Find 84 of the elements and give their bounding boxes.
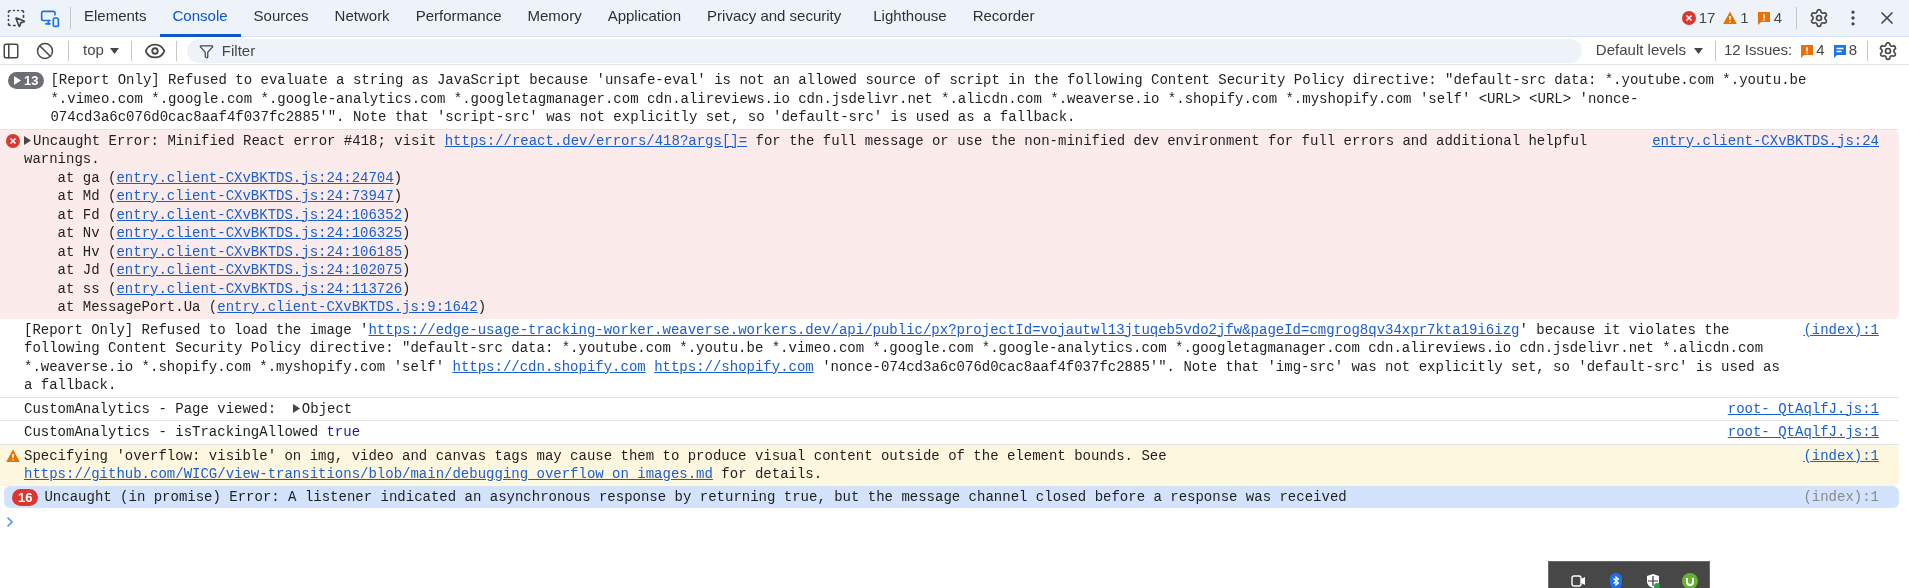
message-text: [Report Only] Refused to evaluate a string as JavaScript because 'unsafe-eval' is not an allowed source of script in the following Content Security Policy directive: "default-src data: *.youtube.com *.youtu.be *.vimeo.com *.google.com *.google-analytics.com *.googletagmanager.com cdn.alireviews.io cdn.jsdelivr.net *.alicdn.com *.weaverse.io *.shopify.com *.myshopify.com 'self' <URL> <URL> 'nonce-074cd3a6c076d0cac8aaf4f037fc2885'". Note that 'script-src' was not explicitly set, so 'default-src' is used as a fallback. [50,71,1808,127]
panel-tab[interactable]: Privacy and security [694,0,855,37]
panel-tab[interactable]: Performance [402,0,515,37]
issue-counter[interactable]: 8 [1832,39,1857,62]
panel-tab[interactable]: Console [159,0,241,37]
stack-frame: at ss (entry.client-CXvBKTDS.js:24:113726) [24,279,1635,298]
shield-icon[interactable] [1645,573,1661,588]
url-link[interactable]: https://edge-usage-tracking-worker.weaverse.workers.dev/api/public/px?projectId=vojautwl13jtuqeb5vdo2jfw&pageId=cmgrog8qv34xpr7kta19i6izg [368,321,1520,338]
console-message[interactable]: CustomAnalytics - Page viewed: Object root-_QtAqlfJ.js:1 [0,397,1899,421]
issue-counter[interactable]: 4 [1800,39,1825,62]
message-counter[interactable]: 1 [1723,6,1749,30]
source-link[interactable]: entry.client-CXvBKTDS.js:9:1642 [217,299,478,315]
source-link[interactable]: entry.client-CXvBKTDS.js:24:106352 [116,206,403,223]
issue-icon [1800,43,1815,58]
source-link[interactable]: root-_QtAqlfJ.js:1 [1727,399,1879,418]
stack-frame: at Hv (entry.client-CXvBKTDS.js:24:106185) [24,242,1635,261]
panel-tab[interactable]: Application [594,0,695,37]
panel-tab[interactable]: Network [321,0,403,37]
url-link[interactable]: https://react.dev/errors/418?args[]= [444,132,748,149]
stack-frame: at Fd (entry.client-CXvBKTDS.js:24:106352) [24,205,1635,224]
caret-icon [1693,47,1703,54]
stack-frame: at ga (entry.client-CXvBKTDS.js:24:24704) [24,168,1635,187]
message-text: Specifying 'overflow: visible' on img, video and canvas tags may cause them to produce visual content outside of the element bounds. See https://github.com/WICG/view-transitions/blob/main/debugging_overflow_on_images.md for details. [24,446,1168,484]
expand-icon[interactable] [292,403,300,413]
panel-tab[interactable]: Elements [71,0,160,37]
url-link[interactable]: https://shopify.com [654,358,814,375]
source-link[interactable]: entry.client-CXvBKTDS.js:24:102075 [116,262,403,278]
play-icon [14,76,21,85]
console-message[interactable]: CustomAnalytics - isTrackingAllowed true root-_QtAqlfJ.js:1 [0,421,1899,445]
issues-label: 12 Issues: [1723,40,1793,61]
error-icon [1681,11,1696,25]
context-dropdown[interactable]: top [83,39,119,62]
source-link[interactable]: (index):1 [1803,320,1879,339]
repeat-count: 13 [8,72,45,89]
filter-icon [198,43,214,59]
console-message[interactable]: 16 Uncaught (in promise) Error: A listener indicated an asynchronous response by returning true, but the message channel closed before a response was received (index):1 [4,485,1899,508]
app-icon[interactable] [1682,573,1698,588]
source-link[interactable]: entry.client-CXvBKTDS.js:24:24704 [116,169,394,186]
source-link[interactable]: entry.client-CXvBKTDS.js:24:113726 [116,280,403,297]
stack-frame: at Md (entry.client-CXvBKTDS.js:24:73947) [24,187,1635,206]
url-link[interactable]: https://github.com/WICG/view-transitions/blob/main/debugging_overflow_on_images.md [24,466,713,482]
filter-field[interactable]: Filter [186,38,1582,63]
console-message[interactable] [0,444,1899,486]
stack-frame: at Nv (entry.client-CXvBKTDS.js:24:106325) [24,224,1635,243]
settings-icon[interactable] [1877,40,1898,61]
caret-icon [109,47,119,54]
message-text: CustomAnalytics - Page viewed: Object [24,399,354,418]
panel-tab[interactable]: Lighthouse [860,0,960,37]
settings-icon[interactable] [1809,8,1829,28]
url-link[interactable]: https://cdn.shopify.com [452,358,646,375]
panel-tab[interactable]: Memory [514,0,595,37]
expand-icon[interactable] [24,135,31,145]
message-counter[interactable]: 17 [1681,6,1716,30]
source-link[interactable]: entry.client-CXvBKTDS.js:24:106325 [116,225,403,241]
source-link[interactable]: entry.client-CXvBKTDS.js:24 [1652,131,1879,150]
clear-icon[interactable] [36,41,54,60]
sidebar-toggle-icon[interactable] [2,41,20,60]
source-link[interactable]: (index):1 [1803,446,1879,465]
repeat-count: 16 [12,488,39,506]
stack-frame: at MessagePort.Ua (entry.client-CXvBKTDS.js:9:1642) [24,298,1635,317]
source-link[interactable]: root-_QtAqlfJ.js:1 [1727,423,1879,442]
warning-icon [1723,11,1738,25]
message-text: [Report Only] Refused to load the image 'https://edge-usage-tracking-worker.weaverse.workers.dev/api/public/px?projectId=vojautwl13jtuqeb5vdo2jfw&pageId=cmgrog8qv34xpr7kta19i6izg' because it violates the following Content Security Policy directive: "default-src data: *.youtube.com *.youtu.be *.vimeo.com *.google.com *.google-analytics.com *.googletagmanager.com cdn.alireviews.io cdn.jsdelivr.net *.alicdn.com *.weaverse.io *.shopify.com *.myshopify.com 'self' https://cdn.shopify.com https://shopify.com 'nonce-074cd3a6c076d0cac8aaf4f037fc2885'". Note that 'img-src' was not explicitly set, so 'default-src' is used as a fallback. [24,320,1781,395]
console-message[interactable] [0,69,1899,130]
prompt-icon [6,516,14,528]
issue-icon [1756,11,1771,25]
message-icon [1832,43,1847,58]
warning-icon [6,448,20,463]
message-text: CustomAnalytics - isTrackingAllowed true [24,423,362,442]
camera-icon[interactable] [1571,573,1587,588]
panel-tab[interactable]: Sources [240,0,322,37]
inspect-icon[interactable] [6,8,26,28]
error-icon [6,133,20,148]
panel-tab[interactable]: Recorder [959,0,1048,37]
device-icon[interactable] [40,8,60,28]
source-link[interactable]: entry.client-CXvBKTDS.js:24:73947 [116,188,394,204]
message-counter[interactable]: 4 [1756,6,1782,30]
source-location: (index):1 [1803,487,1879,506]
source-link[interactable]: entry.client-CXvBKTDS.js:24:106185 [116,243,403,260]
bluetooth-icon[interactable] [1608,573,1624,588]
stack-frame: at Jd (entry.client-CXvBKTDS.js:24:102075) [24,261,1635,280]
message-text: Uncaught (in promise) Error: A listener indicated an asynchronous response by returning true, but the message channel closed before a response was received [44,487,1348,506]
message-text: Uncaught Error: Minified React error #418; visit https://react.dev/errors/418?args[]= for the full message or use the non-minified dev environment for full errors and additional helpful warnings. [24,131,1589,169]
levels-dropdown[interactable]: Default levels [1595,39,1703,62]
